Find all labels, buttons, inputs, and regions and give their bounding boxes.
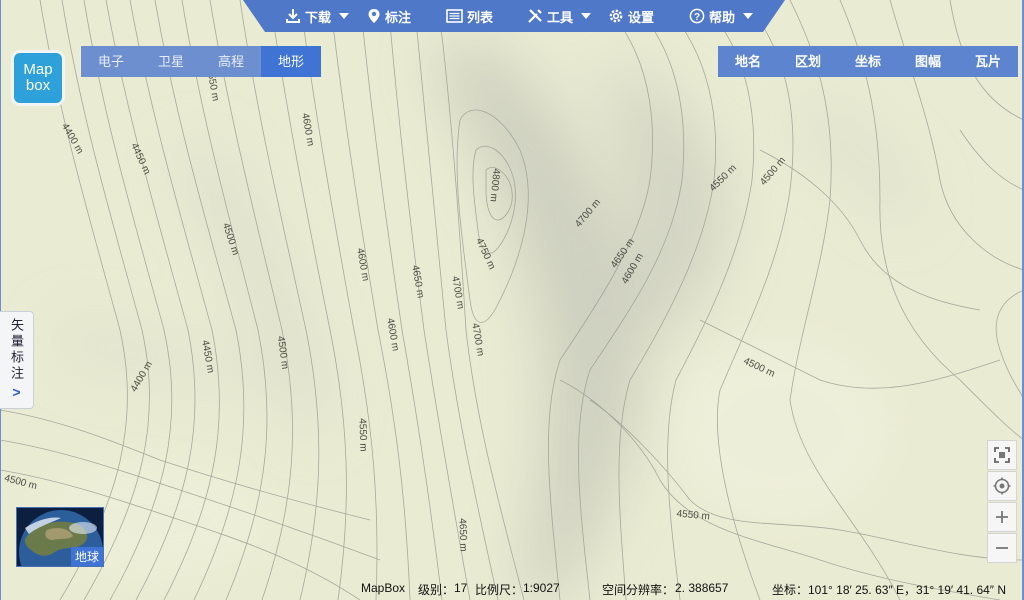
- window-border-left: [0, 0, 1, 600]
- resolution-value: 2. 388657: [675, 581, 729, 595]
- chevron-down-icon: [339, 13, 350, 19]
- plus-icon: [996, 511, 1008, 523]
- help-icon: ?: [689, 8, 705, 24]
- resolution-label: 空间分辨率：: [602, 583, 675, 597]
- side-panel-label: 矢量标注: [9, 318, 24, 382]
- list-icon: [446, 9, 463, 23]
- zoom-level-value: 17: [454, 581, 468, 595]
- zoom-in-button[interactable]: [987, 502, 1017, 532]
- locate-icon: [993, 477, 1011, 495]
- vector-annotation-panel-toggle[interactable]: 矢量标注 >: [0, 311, 34, 409]
- contour-label: 4550 m: [356, 418, 368, 452]
- list-label: 列表: [467, 9, 494, 25]
- status-bar: MapBox 级别： 17 比例尺： 1:9027 空间分辨率： 2. 3886…: [0, 577, 1024, 600]
- zoom-level-label: 级别：: [418, 583, 455, 597]
- map-source: MapBox: [361, 581, 406, 595]
- globe-view-button[interactable]: 地球: [16, 507, 104, 567]
- layer-coordinates[interactable]: 坐标: [838, 46, 898, 77]
- scale-label: 比例尺：: [475, 583, 524, 597]
- terrain-map[interactable]: 4550 m4400 m4450 m4600 m4500 m4800 m4600…: [0, 0, 1024, 600]
- help-button[interactable]: ? 帮助: [689, 0, 754, 32]
- map-type-elevation[interactable]: 高程: [201, 46, 261, 77]
- tools-icon: [528, 9, 542, 23]
- scale-value: 1:9027: [523, 581, 560, 595]
- chevron-down-icon: [743, 13, 754, 19]
- contour-label: 4650 m: [456, 518, 468, 552]
- settings-label: 设置: [628, 9, 655, 25]
- layer-tiles[interactable]: 瓦片: [958, 46, 1018, 77]
- marker-button[interactable]: 标注: [367, 0, 411, 32]
- coordinate-label: 坐标：: [772, 583, 809, 597]
- tools-button[interactable]: 工具: [527, 0, 592, 32]
- mapbox-logo: Map box: [14, 53, 62, 103]
- download-icon: [286, 9, 300, 23]
- globe-label: 地球: [70, 547, 103, 566]
- top-toolbar: 下载 标注 列表 工具 设置 ? 帮助: [243, 0, 785, 32]
- download-button[interactable]: 下载: [285, 0, 350, 32]
- fullscreen-icon: [994, 447, 1010, 463]
- layer-districts[interactable]: 区划: [778, 46, 838, 77]
- layer-map-sheets[interactable]: 图幅: [898, 46, 958, 77]
- help-label: 帮助: [709, 9, 736, 25]
- layer-place-names[interactable]: 地名: [718, 46, 778, 77]
- fullscreen-button[interactable]: [987, 440, 1017, 470]
- map-type-switcher: 电子 卫星 高程 地形: [81, 46, 321, 77]
- map-type-terrain[interactable]: 地形: [261, 46, 321, 77]
- map-pin-icon: [368, 9, 380, 23]
- chevron-down-icon: [581, 13, 592, 19]
- layer-toggles: 地名 区划 坐标 图幅 瓦片: [718, 46, 1018, 77]
- minus-icon: [996, 547, 1008, 549]
- download-label: 下载: [305, 9, 332, 25]
- logo-text-line1: Map: [23, 61, 53, 78]
- list-button[interactable]: 列表: [446, 0, 493, 32]
- logo-text-line2: box: [25, 77, 51, 94]
- gear-icon: [609, 9, 623, 23]
- settings-button[interactable]: 设置: [608, 0, 654, 32]
- coordinate-value: 101° 18′ 25. 63″ E，31° 19′ 41. 64″ N: [808, 583, 1007, 597]
- chevron-right-icon: >: [12, 384, 21, 400]
- locate-button[interactable]: [987, 471, 1017, 501]
- zoom-out-button[interactable]: [987, 533, 1017, 563]
- map-type-electronic[interactable]: 电子: [81, 46, 141, 77]
- tools-label: 工具: [547, 9, 574, 25]
- marker-label: 标注: [385, 9, 412, 25]
- svg-text:?: ?: [694, 12, 700, 23]
- map-type-satellite[interactable]: 卫星: [141, 46, 201, 77]
